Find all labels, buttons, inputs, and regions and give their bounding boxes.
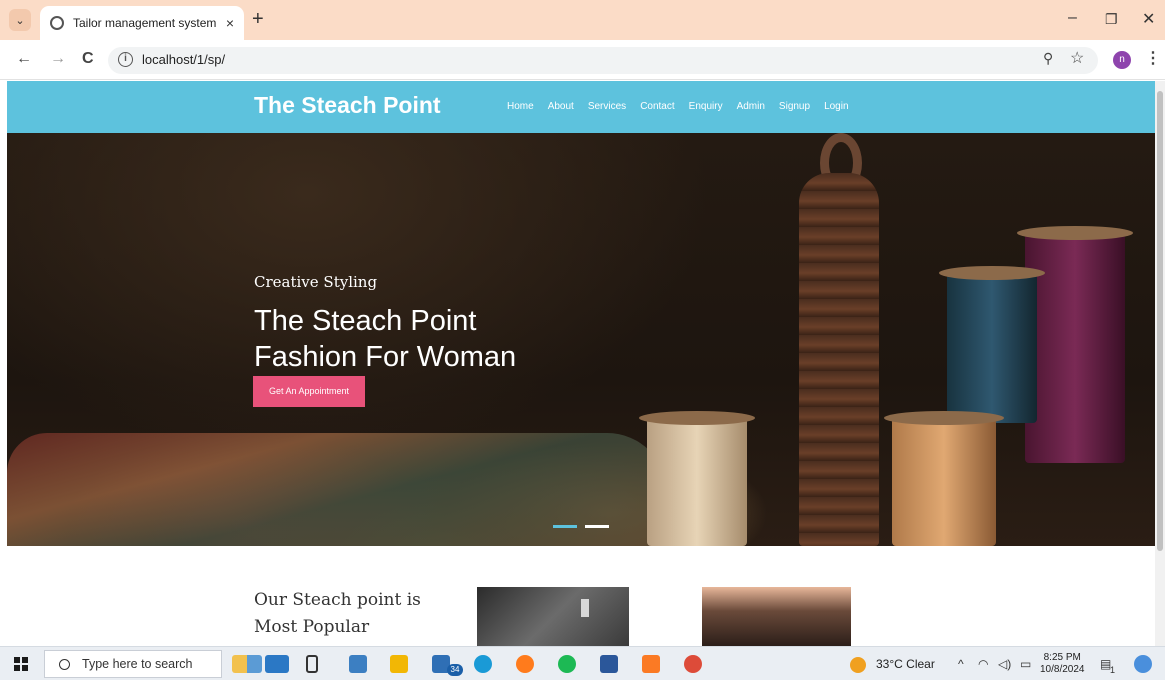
- carousel-dot-1[interactable]: [553, 525, 577, 528]
- nav-about[interactable]: About: [548, 101, 574, 112]
- volume-icon[interactable]: ◁): [998, 657, 1011, 671]
- firefox-icon[interactable]: [516, 655, 534, 673]
- hero-spindle-image: [799, 173, 879, 546]
- thread-spool-tan: [884, 411, 1004, 546]
- tab-title: Tailor management system: [73, 16, 217, 30]
- weather-icon[interactable]: [850, 657, 866, 673]
- battery-icon[interactable]: ▭: [1020, 657, 1031, 671]
- appointment-button[interactable]: Get An Appointment: [253, 376, 365, 407]
- main-nav: Home About Services Contact Enquiry Admi…: [507, 101, 849, 112]
- bookmark-star-icon[interactable]: ☆: [1070, 48, 1084, 68]
- taskbar-clock[interactable]: 8:25 PM 10/8/2024: [1040, 652, 1085, 676]
- page-viewport: The Steach Point Home About Services Con…: [7, 81, 1155, 646]
- clock-time: 8:25 PM: [1043, 652, 1081, 663]
- thread-spool-blue: [939, 266, 1045, 423]
- chrome-icon[interactable]: [684, 655, 702, 673]
- taskbar-search-placeholder: Type here to search: [82, 657, 193, 671]
- forward-arrow-icon[interactable]: →: [50, 50, 66, 68]
- zoom-icon[interactable]: ⚲: [1043, 50, 1053, 67]
- taskbar-search-box[interactable]: Type here to search: [44, 650, 222, 678]
- word-icon[interactable]: [600, 655, 618, 673]
- close-tab-icon[interactable]: ×: [226, 15, 234, 31]
- search-icon: [59, 658, 70, 670]
- tray-chevron-icon[interactable]: ^: [958, 657, 964, 671]
- thread-spool-cream: [639, 411, 755, 546]
- thread-spool-pink: [1017, 226, 1133, 463]
- nav-admin[interactable]: Admin: [737, 101, 765, 112]
- site-favicon: [50, 16, 64, 30]
- kebab-menu-icon[interactable]: ⋮: [1145, 48, 1161, 68]
- nav-home[interactable]: Home: [507, 101, 534, 112]
- store-icon[interactable]: [349, 655, 367, 673]
- workshop-image: [702, 587, 851, 646]
- profile-avatar[interactable]: n: [1113, 51, 1131, 69]
- carousel-dot-2[interactable]: [585, 525, 609, 528]
- windows-taskbar: Type here to search 34 33°C Clear ^ ◠ ◁)…: [0, 646, 1165, 680]
- mail-badge: 34: [447, 664, 463, 676]
- spotify-icon[interactable]: [558, 655, 576, 673]
- browser-tab-strip: ⌄ Tailor management system × + – ❐ ✕: [0, 0, 1165, 40]
- nav-services[interactable]: Services: [588, 101, 626, 112]
- nav-contact[interactable]: Contact: [640, 101, 674, 112]
- hero-title-line-1: The Steach Point: [254, 305, 477, 337]
- browser-tab[interactable]: Tailor management system ×: [40, 6, 244, 40]
- new-tab-button[interactable]: +: [252, 8, 264, 31]
- edge-icon[interactable]: [474, 655, 492, 673]
- laptop-icon[interactable]: [265, 655, 289, 673]
- clock-date: 10/8/2024: [1040, 664, 1085, 675]
- carousel-indicators: [553, 525, 609, 528]
- url-text[interactable]: localhost/1/sp/: [142, 52, 225, 67]
- minimize-icon[interactable]: –: [1068, 9, 1077, 27]
- xampp-icon[interactable]: [642, 655, 660, 673]
- notification-count: 1: [1110, 665, 1116, 675]
- sewing-machine-image: [477, 587, 629, 646]
- network-icon[interactable]: ◠: [978, 657, 988, 671]
- close-window-icon[interactable]: ✕: [1142, 9, 1155, 29]
- reload-icon[interactable]: C: [82, 50, 94, 68]
- file-explorer-icon[interactable]: [390, 655, 408, 673]
- scrollbar-thumb[interactable]: [1157, 91, 1163, 551]
- site-brand[interactable]: The Steach Point: [254, 92, 441, 119]
- hero-title: The Steach Point Fashion For Woman: [254, 303, 674, 375]
- nav-signup[interactable]: Signup: [779, 101, 810, 112]
- popular-heading: Our Steach point is Most Popular: [254, 587, 454, 641]
- nav-login[interactable]: Login: [824, 101, 848, 112]
- site-info-icon[interactable]: i: [118, 52, 133, 67]
- task-view-icon[interactable]: [306, 655, 318, 673]
- restore-icon[interactable]: ❐: [1105, 11, 1118, 28]
- hero-subtitle: Creative Styling: [254, 273, 378, 291]
- nav-enquiry[interactable]: Enquiry: [689, 101, 723, 112]
- tab-search-icon[interactable]: ⌄: [9, 9, 31, 31]
- address-bar[interactable]: [108, 47, 1098, 74]
- widgets-icon[interactable]: [232, 655, 262, 673]
- hero-fabric-image: [7, 433, 667, 546]
- hero-carousel: Creative Styling The Steach Point Fashio…: [7, 133, 1155, 546]
- site-header: The Steach Point Home About Services Con…: [7, 81, 1155, 133]
- weather-text[interactable]: 33°C Clear: [876, 657, 935, 671]
- popular-heading-line-2: Most Popular: [254, 617, 370, 637]
- popular-heading-line-1: Our Steach point is: [254, 590, 421, 610]
- page-scrollbar[interactable]: [1155, 81, 1165, 646]
- start-icon[interactable]: [14, 657, 28, 671]
- back-arrow-icon[interactable]: ←: [16, 50, 32, 68]
- app-tray-icon[interactable]: [1134, 655, 1152, 673]
- hero-title-line-2: Fashion For Woman: [254, 341, 517, 373]
